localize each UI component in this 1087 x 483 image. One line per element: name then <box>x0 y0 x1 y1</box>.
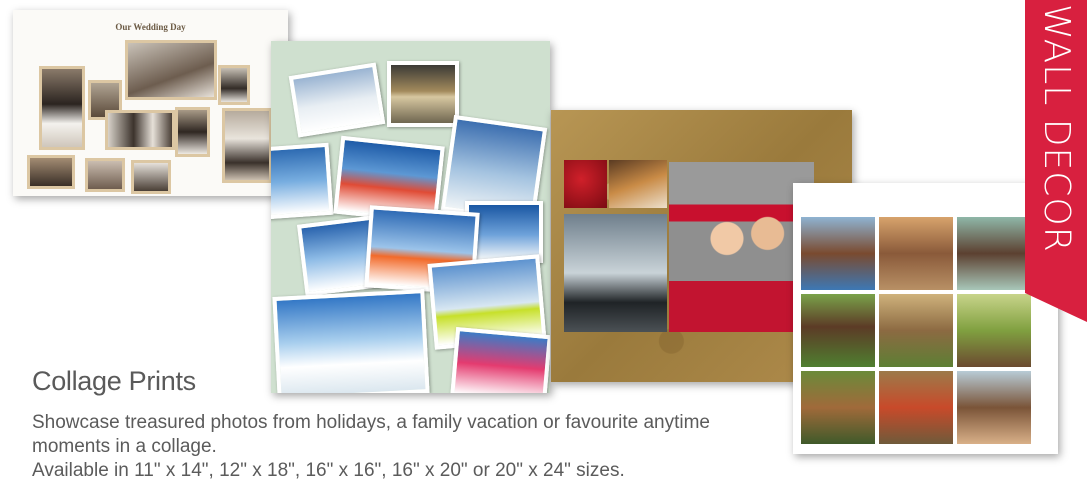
collage-photo <box>801 371 875 444</box>
collage-photo <box>879 371 953 444</box>
wedding-photo <box>27 155 75 189</box>
collage-photo <box>450 326 550 393</box>
collage-photo <box>801 294 875 367</box>
wedding-photo <box>131 160 171 194</box>
wedding-photo <box>125 40 217 100</box>
product-description: Showcase treasured photos from holidays,… <box>32 412 710 457</box>
wedding-photo <box>218 65 250 105</box>
product-sizes: Available in 11" x 14", 12" x 18", 16" x… <box>32 460 625 481</box>
collage-photo <box>957 371 1031 444</box>
wall-decor-ribbon-label: WALL DECOR <box>1036 4 1076 253</box>
collage-photo <box>288 62 386 138</box>
collage-photo <box>957 217 1031 290</box>
wedding-photo <box>175 107 210 157</box>
wedding-collage-title: Our Wedding Day <box>115 22 186 32</box>
wedding-photo <box>85 158 125 192</box>
collage-photo <box>957 294 1031 367</box>
wedding-photo <box>105 110 175 150</box>
collage-photo <box>609 160 667 208</box>
collage-photo <box>801 217 875 290</box>
wedding-photo <box>39 66 85 150</box>
collage-photo <box>564 214 667 332</box>
collage-photo <box>272 289 430 393</box>
product-heading: Collage Prints <box>32 366 196 396</box>
collage-photo <box>387 61 459 127</box>
collage-photo <box>879 294 953 367</box>
wedding-photo <box>222 108 272 183</box>
collage-photo <box>271 142 334 220</box>
friends-collage-image <box>793 183 1058 454</box>
collage-photo <box>879 217 953 290</box>
wedding-collage-image: Our Wedding Day <box>13 10 288 196</box>
winter-collage-image <box>271 41 550 393</box>
collage-photo <box>564 160 607 208</box>
